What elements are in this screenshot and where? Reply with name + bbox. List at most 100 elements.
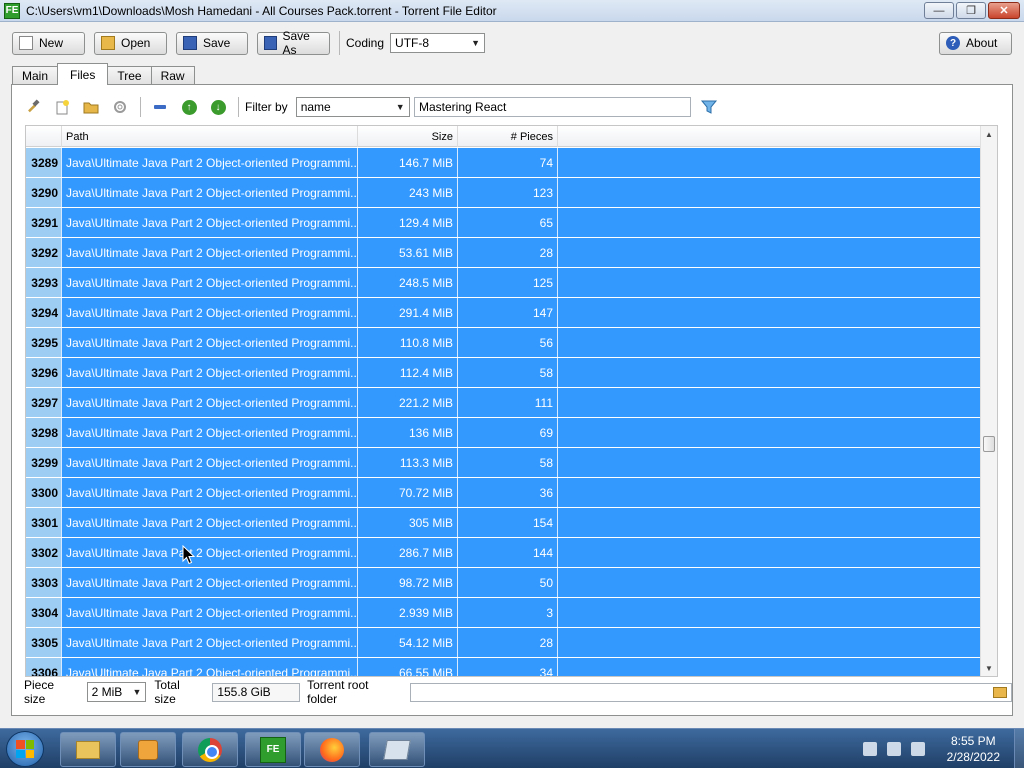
row-size: 129.4 MiB (358, 208, 458, 237)
tab-tree[interactable]: Tree (107, 66, 152, 85)
row-index: 3292 (26, 238, 62, 267)
row-path: Java\Ultimate Java Part 2 Object-oriente… (62, 658, 358, 676)
table-row[interactable]: 3293 Java\Ultimate Java Part 2 Object-ori… (26, 268, 981, 298)
save-button-label: Save (203, 36, 231, 50)
open-folder-icon (101, 36, 115, 50)
taskbar-torrent-file-editor[interactable]: FE (245, 732, 301, 767)
table-row[interactable]: 3298 Java\Ultimate Java Part 2 Object-ori… (26, 418, 981, 448)
maximize-button[interactable]: ❐ (956, 2, 986, 19)
clock-date: 2/28/2022 (946, 750, 1000, 764)
minimize-button[interactable]: — (924, 2, 954, 19)
hammer-icon[interactable] (24, 98, 42, 116)
row-path: Java\Ultimate Java Part 2 Object-oriente… (62, 148, 358, 177)
row-size: 248.5 MiB (358, 268, 458, 297)
table-row[interactable]: 3303 Java\Ultimate Java Part 2 Object-ori… (26, 568, 981, 598)
table-row[interactable]: 3292 Java\Ultimate Java Part 2 Object-ori… (26, 238, 981, 268)
open-button-label: Open (121, 36, 151, 50)
row-index: 3304 (26, 598, 62, 627)
filter-funnel-icon[interactable] (700, 98, 718, 116)
scroll-thumb[interactable] (983, 436, 995, 452)
table-row[interactable]: 3291 Java\Ultimate Java Part 2 Object-ori… (26, 208, 981, 238)
vertical-scrollbar[interactable]: ▲ ▼ (980, 126, 997, 676)
dropdown-arrow-icon: ▼ (395, 102, 405, 112)
table-row[interactable]: 3304 Java\Ultimate Java Part 2 Object-ori… (26, 598, 981, 628)
table-row[interactable]: 3297 Java\Ultimate Java Part 2 Object-ori… (26, 388, 981, 418)
table-row[interactable]: 3295 Java\Ultimate Java Part 2 Object-ori… (26, 328, 981, 358)
system-tray: 8:55 PM 2/28/2022 (862, 729, 1024, 768)
refresh-icon[interactable] (111, 98, 129, 116)
table-row[interactable]: 3305 Java\Ultimate Java Part 2 Object-ori… (26, 628, 981, 658)
new-button[interactable]: New (12, 31, 85, 55)
close-button[interactable]: ✕ (988, 2, 1020, 19)
row-pieces: 58 (458, 448, 558, 477)
save-button[interactable]: Save (176, 31, 248, 55)
table-row[interactable]: 3302 Java\Ultimate Java Part 2 Object-ori… (26, 538, 981, 568)
tab-raw[interactable]: Raw (150, 66, 195, 85)
row-size: 146.7 MiB (358, 148, 458, 177)
header-pieces[interactable]: # Pieces (458, 126, 558, 147)
move-down-icon[interactable]: ↓ (209, 98, 227, 116)
row-path: Java\Ultimate Java Part 2 Object-oriente… (62, 178, 358, 207)
piece-size-label: Piece size (24, 678, 55, 706)
table-row[interactable]: 3299 Java\Ultimate Java Part 2 Object-ori… (26, 448, 981, 478)
browse-folder-icon[interactable] (993, 686, 1007, 698)
table-row[interactable]: 3290 Java\Ultimate Java Part 2 Object-ori… (26, 178, 981, 208)
piece-size-value: 2 MiB (91, 685, 123, 699)
folder-icon[interactable] (82, 98, 100, 116)
action-center-icon[interactable] (862, 742, 877, 756)
new-file-icon (19, 36, 33, 50)
tab-main-label: Main (22, 69, 49, 83)
remove-icon[interactable] (151, 98, 169, 116)
filter-field-select[interactable]: name ▼ (295, 97, 410, 117)
table-row[interactable]: 3289 Java\Ultimate Java Part 2 Object-ori… (26, 148, 981, 178)
show-desktop-button[interactable] (1014, 729, 1024, 768)
table-row[interactable]: 3306 Java\Ultimate Java Part 2 Object-ori… (26, 658, 981, 676)
taskbar-firefox[interactable] (304, 732, 360, 767)
network-icon[interactable] (886, 742, 901, 756)
torrent-root-folder-input[interactable] (409, 682, 1012, 702)
start-button[interactable] (6, 731, 44, 767)
row-path: Java\Ultimate Java Part 2 Object-oriente… (62, 628, 358, 657)
about-button[interactable]: ? About (939, 31, 1012, 55)
new-file-icon[interactable] (53, 98, 71, 116)
tab-files[interactable]: Files (57, 63, 109, 85)
tab-main[interactable]: Main (12, 66, 59, 85)
move-up-icon[interactable]: ↑ (180, 98, 198, 116)
row-filler (558, 328, 981, 357)
table-row[interactable]: 3294 Java\Ultimate Java Part 2 Object-ori… (26, 298, 981, 328)
clock[interactable]: 8:55 PM 2/28/2022 (947, 733, 1000, 765)
arrow-down-icon: ↓ (210, 99, 226, 115)
row-path: Java\Ultimate Java Part 2 Object-oriente… (62, 538, 358, 567)
row-size: 53.61 MiB (358, 238, 458, 267)
row-index: 3294 (26, 298, 62, 327)
open-button[interactable]: Open (94, 31, 167, 55)
filter-field-value: name (300, 100, 331, 114)
save-as-button[interactable]: Save As (257, 29, 330, 57)
piece-size-select[interactable]: 2 MiB ▼ (86, 682, 147, 702)
torrent-file-editor-icon: FE (4, 2, 20, 19)
volume-icon[interactable] (910, 742, 925, 756)
total-size-label: Total size (154, 678, 180, 706)
table-row[interactable]: 3301 Java\Ultimate Java Part 2 Object-ori… (26, 508, 981, 538)
filter-text-input[interactable]: Mastering React (414, 97, 691, 117)
taskbar-media-player[interactable] (120, 732, 176, 767)
taskbar-chrome[interactable] (182, 732, 238, 767)
row-filler (558, 148, 981, 177)
taskbar-explorer[interactable] (60, 732, 116, 767)
taskbar-app[interactable] (369, 732, 425, 767)
scroll-down-icon[interactable]: ▼ (981, 660, 997, 676)
table-row[interactable]: 3300 Java\Ultimate Java Part 2 Object-ori… (26, 478, 981, 508)
firefox-icon (320, 737, 344, 762)
files-table: Path Size # Pieces 3289 Java\Ultimate Jav… (25, 125, 998, 677)
scroll-up-icon[interactable]: ▲ (981, 126, 997, 142)
row-pieces: 28 (458, 628, 558, 657)
header-path[interactable]: Path (62, 126, 358, 147)
close-icon: ✕ (999, 5, 1009, 17)
table-row[interactable]: 3296 Java\Ultimate Java Part 2 Object-ori… (26, 358, 981, 388)
row-size: 286.7 MiB (358, 538, 458, 567)
coding-select[interactable]: UTF-8 ▼ (390, 33, 486, 53)
row-path: Java\Ultimate Java Part 2 Object-oriente… (62, 478, 358, 507)
header-size[interactable]: Size (358, 126, 458, 147)
row-path: Java\Ultimate Java Part 2 Object-oriente… (62, 598, 358, 627)
files-toolbar: ↑ ↓ Filter by name ▼ (24, 95, 410, 119)
